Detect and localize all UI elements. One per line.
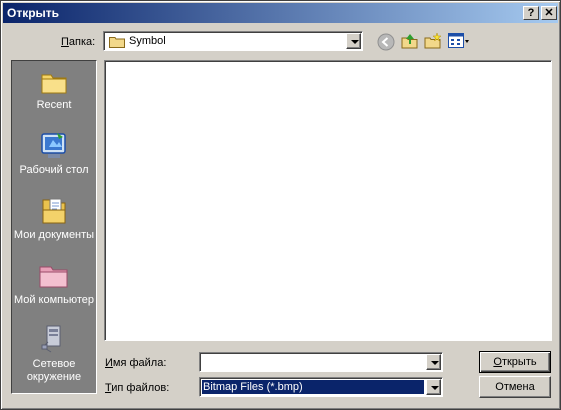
open-button[interactable]: Открыть: [479, 351, 551, 373]
folder-icon: [109, 36, 125, 51]
filetype-combo[interactable]: Bitmap Files (*.bmp): [199, 377, 443, 397]
up-folder-icon[interactable]: [401, 32, 419, 53]
place-label-my-computer: Мой компьютер: [13, 294, 95, 306]
my-computer-icon: [38, 261, 70, 291]
places-bar: Recent Рабочий стол Мои документы Мой ко…: [11, 60, 97, 394]
place-label-desktop: Рабочий стол: [19, 164, 89, 176]
filename-label: Имя файла:: [105, 357, 167, 369]
place-label-my-documents: Мои документы: [13, 229, 95, 241]
lookin-value: Symbol: [129, 35, 166, 47]
filetype-label: Тип файлов:: [105, 382, 170, 394]
place-label-recent: Recent: [36, 99, 72, 111]
recent-folder-icon: [40, 68, 68, 96]
help-button[interactable]: ?: [523, 6, 539, 20]
network-icon: [40, 323, 68, 355]
open-file-dialog: Открыть ? ✕ Папка: Symbol Recent Рабочий…: [0, 0, 561, 410]
place-my-computer[interactable]: Мой компьютер: [12, 261, 96, 307]
my-documents-icon: [39, 196, 69, 226]
new-folder-icon[interactable]: [424, 32, 442, 53]
cancel-button[interactable]: Отмена: [479, 376, 551, 398]
filename-dropdown-button[interactable]: [426, 354, 441, 370]
close-button[interactable]: ✕: [541, 6, 557, 20]
desktop-icon: [39, 131, 69, 161]
lookin-combo[interactable]: Symbol: [103, 31, 363, 51]
place-my-documents[interactable]: Мои документы: [12, 196, 96, 242]
back-icon[interactable]: [377, 33, 395, 54]
title-bar[interactable]: Открыть ? ✕: [3, 3, 558, 23]
place-label-network: Сетевое окружение: [26, 358, 82, 383]
window-title: Открыть: [7, 6, 60, 20]
views-menu-icon[interactable]: [448, 33, 470, 52]
lookin-dropdown-button[interactable]: [346, 33, 361, 49]
filetype-dropdown-button[interactable]: [426, 379, 441, 395]
lookin-label: Папка:: [61, 36, 96, 48]
filetype-value: Bitmap Files (*.bmp): [203, 381, 303, 393]
file-list[interactable]: [104, 60, 552, 341]
filename-combo[interactable]: [199, 352, 443, 372]
place-network[interactable]: Сетевое окружение: [12, 323, 96, 384]
place-recent[interactable]: Recent: [12, 68, 96, 112]
place-desktop[interactable]: Рабочий стол: [12, 131, 96, 177]
